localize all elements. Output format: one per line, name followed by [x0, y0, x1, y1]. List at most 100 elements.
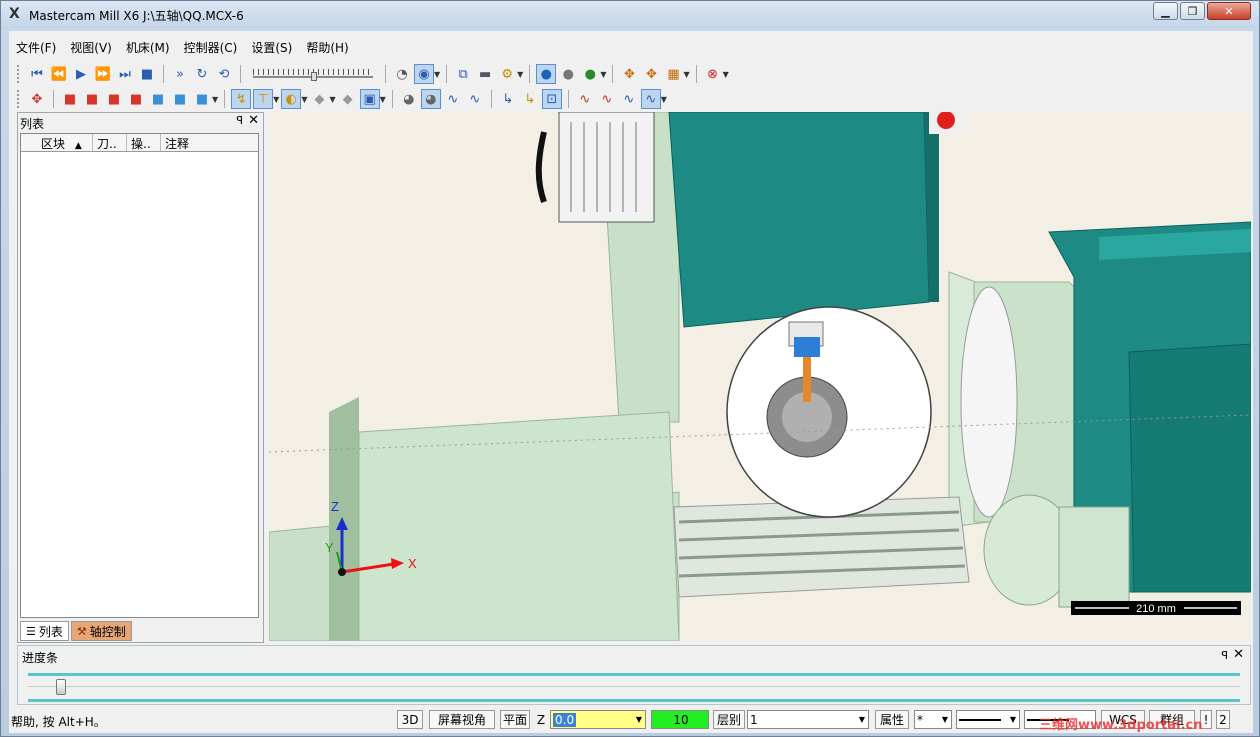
plane-button[interactable]: 平面 [500, 710, 530, 729]
gear-icon[interactable]: ⚙ [497, 64, 517, 84]
step-back-icon[interactable]: ⏪ [49, 64, 69, 84]
last-icon[interactable]: ⏭ [115, 64, 135, 84]
axis3-icon[interactable]: ⊡ [541, 89, 562, 109]
part-gray-icon[interactable]: ◆ [309, 89, 329, 109]
simulation-viewport[interactable]: Z Y X 210 mm [269, 112, 1251, 641]
compare-icon[interactable]: ◕ [420, 89, 441, 109]
first-icon[interactable]: ⏮ [27, 64, 47, 84]
fixture-icon[interactable]: ◆ [338, 89, 358, 109]
menu-settings[interactable]: 设置(S) [244, 37, 299, 57]
chevron-down-icon[interactable]: ▼ [380, 95, 386, 104]
progress-slider-thumb[interactable] [56, 679, 66, 695]
toolpath-icon[interactable]: ↯ [231, 89, 252, 109]
chevron-down-icon[interactable]: ▼ [723, 70, 729, 79]
chevron-down-icon[interactable]: ▼ [517, 70, 523, 79]
path-blue2-icon[interactable]: ∿ [465, 89, 485, 109]
block-list[interactable]: 区块 ▲ 刀.. 操.. 注释 [20, 133, 259, 618]
menu-controller[interactable]: 控制器(C) [177, 37, 245, 57]
axis-icon[interactable]: ↳ [498, 89, 518, 109]
stock-side-icon[interactable]: ■ [104, 89, 124, 109]
stop-icon[interactable]: ■ [137, 64, 157, 84]
repeat-icon[interactable]: ⟲ [214, 64, 234, 84]
fast-forward-icon[interactable]: » [170, 64, 190, 84]
speed-slider[interactable] [253, 67, 373, 81]
tab-axis-control[interactable]: ⚒ 轴控制 [70, 621, 132, 641]
menu-view[interactable]: 视图(V) [63, 37, 119, 57]
gray-sphere-icon[interactable]: ● [558, 64, 578, 84]
chevron-down-icon[interactable]: ▼ [683, 70, 689, 79]
collision-icon[interactable]: ∿ [575, 89, 595, 109]
chevron-down-icon[interactable]: ▼ [859, 715, 865, 724]
cube-blue2-icon[interactable]: ■ [170, 89, 190, 109]
collision4-icon[interactable]: ∿ [640, 89, 661, 109]
menu-file[interactable]: 文件(F) [9, 37, 63, 57]
line-style-select[interactable]: ▼ [956, 710, 1020, 729]
tool-icon[interactable]: ⊤ [253, 89, 274, 109]
collision3-icon[interactable]: ∿ [619, 89, 639, 109]
shaded-sphere-icon[interactable]: ● [536, 64, 557, 84]
pin-icon[interactable]: ꟼ [236, 114, 243, 127]
column-tool[interactable]: 刀.. [93, 134, 127, 151]
grid-icon[interactable]: ▦ [663, 64, 683, 84]
cube-blue-icon[interactable]: ■ [148, 89, 168, 109]
cancel-icon[interactable]: ⊗ [703, 64, 723, 84]
play-icon[interactable]: ▶ [71, 64, 91, 84]
chevron-down-icon[interactable]: ▼ [600, 70, 606, 79]
column-block[interactable]: 区块 ▲ [21, 134, 93, 151]
color-input[interactable]: 10 ▼ [651, 710, 722, 729]
machine-fit-icon[interactable]: ✥ [27, 89, 47, 109]
loop-icon[interactable]: ↻ [192, 64, 212, 84]
slider-thumb[interactable] [311, 72, 317, 81]
fit-icon[interactable]: ✥ [619, 64, 639, 84]
progress-close-icon[interactable]: ✕ [1233, 647, 1244, 662]
level-button[interactable]: 层别 [713, 710, 745, 729]
bar-icon[interactable]: ▬ [475, 64, 495, 84]
point-style-select[interactable]: * ▼ [914, 710, 952, 729]
3d-button[interactable]: 3D [397, 710, 423, 729]
chevron-down-icon[interactable]: ▼ [273, 95, 279, 104]
axis2-icon[interactable]: ↳ [520, 89, 540, 109]
chevron-down-icon[interactable]: ▼ [301, 95, 307, 104]
close-button[interactable]: ✕ [1207, 2, 1251, 20]
clock-icon[interactable]: ◔ [392, 64, 412, 84]
stock-front-icon[interactable]: ■ [126, 89, 146, 109]
stock-red-icon[interactable]: ■ [60, 89, 80, 109]
title-bar[interactable]: X Mastercam Mill X6 J:\五轴\QQ.MCX-6 ▁ ❐ ✕ [1, 1, 1259, 29]
chevron-down-icon[interactable]: ▼ [212, 95, 218, 104]
minimize-button[interactable]: ▁ [1153, 2, 1178, 20]
panel-tabs: ☰ 列表 ⚒ 轴控制 [20, 621, 132, 641]
globe-icon[interactable]: ● [580, 64, 600, 84]
toolbar-grip[interactable] [17, 65, 21, 83]
screen-view-button[interactable]: 屏幕视角 [429, 710, 495, 729]
toolbar-grip[interactable] [17, 90, 21, 108]
chevron-down-icon[interactable]: ▼ [942, 715, 948, 724]
collision2-icon[interactable]: ∿ [597, 89, 617, 109]
tab-list[interactable]: ☰ 列表 [20, 621, 69, 641]
machine-model-icon[interactable]: ▣ [359, 89, 380, 109]
panel-close-icon[interactable]: ✕ [248, 113, 259, 128]
z-depth-input[interactable]: 0.0 ▼ [550, 710, 646, 729]
attributes-button[interactable]: 属性 [875, 710, 909, 729]
chevron-down-icon[interactable]: ▼ [1010, 715, 1016, 724]
help-button[interactable]: 2 [1216, 710, 1230, 729]
pin-icon[interactable]: ꟼ [1221, 649, 1228, 662]
chevron-down-icon[interactable]: ▼ [661, 95, 667, 104]
level-select[interactable]: 1 ▼ [747, 710, 869, 729]
display-mode-icon[interactable]: ◉ [414, 64, 434, 84]
column-operation[interactable]: 操.. [127, 134, 161, 151]
step-forward-icon[interactable]: ⏩ [93, 64, 113, 84]
chevron-down-icon[interactable]: ▼ [329, 95, 335, 104]
menu-machine[interactable]: 机床(M) [119, 37, 177, 57]
view-fit-icon[interactable]: ⧉ [453, 64, 473, 84]
stock-view-icon[interactable]: ■ [82, 89, 102, 109]
chevron-down-icon[interactable]: ▼ [434, 70, 440, 79]
column-comment[interactable]: 注释 [161, 134, 258, 151]
menu-help[interactable]: 帮助(H) [299, 37, 355, 57]
chevron-down-icon[interactable]: ▼ [636, 715, 642, 724]
maximize-button[interactable]: ❐ [1180, 2, 1205, 20]
verify-icon[interactable]: ◕ [399, 89, 419, 109]
path-blue-icon[interactable]: ∿ [443, 89, 463, 109]
cube-blue3-icon[interactable]: ■ [192, 89, 212, 109]
holder-icon[interactable]: ◐ [281, 89, 302, 109]
unzoom-icon[interactable]: ✥ [641, 64, 661, 84]
